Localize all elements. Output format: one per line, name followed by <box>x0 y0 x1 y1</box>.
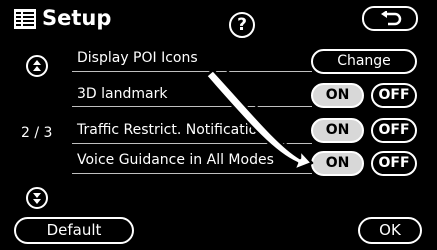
default-button[interactable]: Default <box>14 217 134 244</box>
setup-screen: Setup ? 2 / 3 Display POI Icons Change 3… <box>0 0 437 250</box>
pointer-arrow-icon <box>204 64 314 172</box>
ok-button[interactable]: OK <box>358 217 422 244</box>
